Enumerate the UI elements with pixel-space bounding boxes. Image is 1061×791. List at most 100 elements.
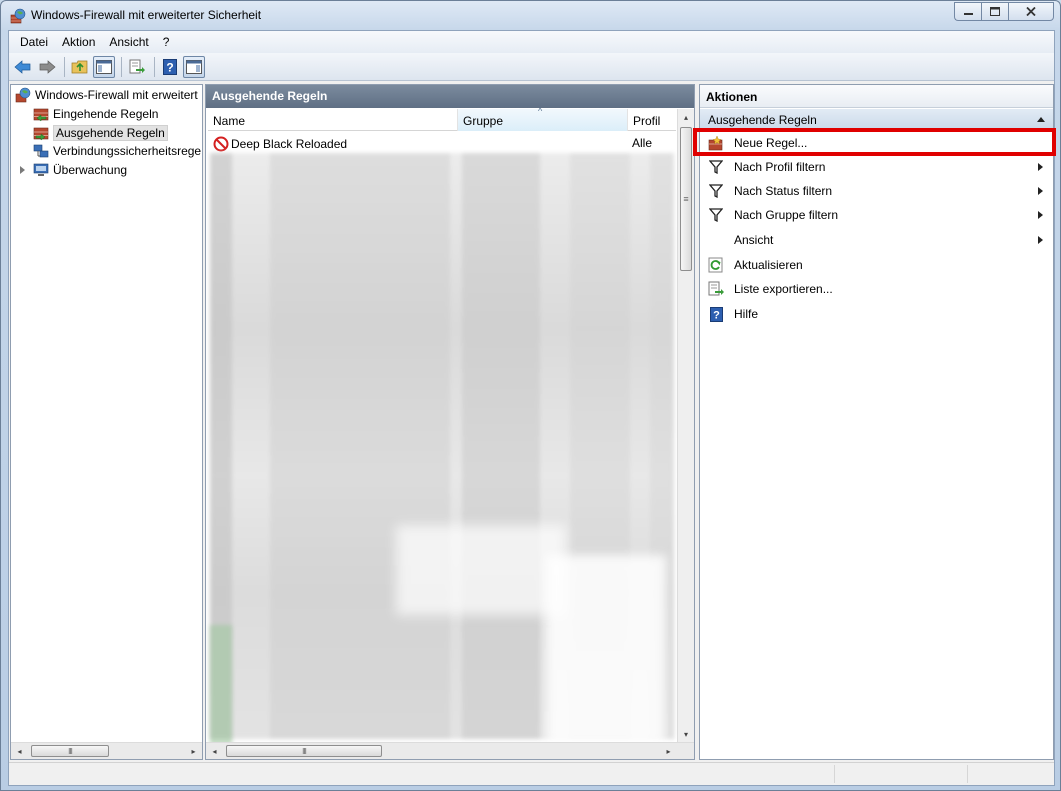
- tree-item-connection-security[interactable]: Verbindungssicherheitsrege: [33, 142, 201, 160]
- tree-list: Windows-Firewall mit erweitert Eingehend…: [11, 85, 202, 742]
- blocked-icon: [213, 136, 229, 152]
- filter-icon: [708, 159, 724, 175]
- toolbar-separator: [64, 56, 65, 77]
- inbound-rules-icon: [33, 108, 49, 122]
- menu-help[interactable]: ?: [156, 33, 177, 51]
- scrollbar-thumb[interactable]: III: [226, 745, 382, 757]
- results-vertical-scrollbar[interactable]: ▴ ≡ ▾: [677, 109, 694, 742]
- firewall-app-icon: [10, 8, 26, 24]
- status-bar-cell: [967, 765, 1053, 783]
- title-bar: Windows-Firewall mit erweiterter Sicherh…: [1, 1, 1060, 30]
- scroll-down-icon[interactable]: ▾: [678, 726, 694, 742]
- column-header-row: Name ^ Gruppe Profil: [208, 106, 678, 131]
- minimize-button[interactable]: [954, 2, 981, 21]
- table-row[interactable]: Deep Black Reloaded Alle: [208, 133, 676, 153]
- results-pane: Ausgehende Regeln Name ^ Gruppe Profil D…: [205, 84, 695, 760]
- action-filter-status[interactable]: Nach Status filtern: [704, 180, 1049, 202]
- tree-item-label: Eingehende Regeln: [53, 107, 159, 121]
- column-header-group[interactable]: ^ Gruppe: [458, 106, 628, 131]
- show-hide-tree-button[interactable]: [93, 55, 115, 78]
- action-view[interactable]: Ansicht: [704, 229, 1049, 251]
- scrollbar-thumb[interactable]: ≡: [680, 127, 692, 271]
- scroll-left-icon[interactable]: ◂: [11, 743, 28, 759]
- minimize-icon: [963, 13, 973, 15]
- tree-item-firewall-root[interactable]: Windows-Firewall mit erweitert: [15, 86, 198, 104]
- tree-expander-monitoring[interactable]: [20, 166, 25, 174]
- tree-item-inbound-rules[interactable]: Eingehende Regeln: [33, 105, 158, 123]
- tree-item-label: Überwachung: [53, 163, 128, 177]
- tree-item-label: Windows-Firewall mit erweitert: [35, 88, 198, 102]
- refresh-icon: [708, 257, 724, 273]
- scroll-grip-icon: III: [302, 746, 307, 756]
- toolbar-separator: [154, 56, 155, 77]
- action-help[interactable]: ? Hilfe: [704, 303, 1049, 325]
- actions-pane: Aktionen Ausgehende Regeln Neue Regel...…: [699, 84, 1054, 760]
- window-controls: [954, 2, 1054, 21]
- column-header-name[interactable]: Name: [208, 109, 458, 131]
- submenu-arrow-icon: [1038, 163, 1043, 171]
- tree-horizontal-scrollbar[interactable]: ◂ III ▸: [11, 742, 202, 759]
- collapse-arrow-icon[interactable]: [1037, 117, 1045, 122]
- tree-item-label: Ausgehende Regeln: [53, 125, 168, 141]
- forward-button[interactable]: [36, 56, 58, 78]
- help-button[interactable]: ?: [159, 56, 181, 78]
- action-refresh[interactable]: Aktualisieren: [704, 254, 1049, 276]
- action-pane-icon: [186, 59, 202, 74]
- console-tree: Windows-Firewall mit erweitert Eingehend…: [10, 84, 203, 760]
- svg-text:?: ?: [713, 309, 720, 321]
- filter-icon: [708, 183, 724, 199]
- column-header-profile[interactable]: Profil: [628, 109, 678, 131]
- menu-datei[interactable]: Datei: [13, 33, 55, 51]
- scroll-right-icon[interactable]: ▸: [185, 743, 202, 759]
- scrollbar-thumb[interactable]: III: [31, 745, 109, 757]
- menu-ansicht[interactable]: Ansicht: [102, 33, 155, 51]
- back-arrow-icon: [14, 59, 31, 74]
- action-label: Ansicht: [734, 233, 774, 247]
- scroll-left-icon[interactable]: ◂: [206, 743, 223, 759]
- up-level-button[interactable]: [69, 56, 91, 78]
- action-label: Nach Profil filtern: [734, 160, 826, 174]
- window-title: Windows-Firewall mit erweiterter Sicherh…: [31, 8, 262, 22]
- export-list-button[interactable]: [126, 56, 148, 78]
- action-export-list[interactable]: Liste exportieren...: [704, 278, 1049, 300]
- toolbar: ?: [9, 53, 1054, 81]
- submenu-arrow-icon: [1038, 236, 1043, 244]
- connection-security-icon: [33, 144, 49, 158]
- results-horizontal-scrollbar[interactable]: ◂ III ▸: [206, 742, 694, 759]
- console-tree-icon: [96, 59, 112, 74]
- column-header-label: Name: [213, 114, 246, 128]
- results-pane-title: Ausgehende Regeln: [206, 85, 694, 108]
- action-label: Nach Status filtern: [734, 184, 833, 198]
- firewall-icon: [15, 87, 31, 103]
- close-button[interactable]: [1008, 2, 1054, 21]
- column-header-label: Profil: [633, 114, 661, 128]
- show-hide-actions-button[interactable]: [183, 55, 205, 78]
- actions-section-label: Ausgehende Regeln: [708, 113, 817, 127]
- action-label: Hilfe: [734, 307, 759, 321]
- back-button[interactable]: [12, 56, 34, 78]
- menu-aktion[interactable]: Aktion: [55, 33, 102, 51]
- scroll-up-icon[interactable]: ▴: [678, 109, 694, 125]
- sort-ascending-icon: ^: [538, 106, 543, 116]
- forward-arrow-icon: [39, 59, 56, 74]
- status-bar: [9, 762, 1054, 785]
- action-label: Liste exportieren...: [734, 282, 833, 296]
- highlight-annotation: [693, 128, 1056, 156]
- tree-item-label: Verbindungssicherheitsrege: [53, 144, 202, 158]
- svg-text:?: ?: [166, 60, 173, 74]
- action-filter-group[interactable]: Nach Gruppe filtern: [704, 204, 1049, 226]
- scroll-grip-icon: ≡: [683, 194, 689, 204]
- scroll-right-icon[interactable]: ▸: [660, 743, 677, 759]
- actions-pane-title: Aktionen: [700, 85, 1053, 108]
- tree-item-outbound-rules[interactable]: Ausgehende Regeln: [33, 124, 168, 142]
- submenu-arrow-icon: [1038, 211, 1043, 219]
- rule-name: Deep Black Reloaded: [231, 137, 348, 151]
- menu-bar: Datei Aktion Ansicht ?: [9, 31, 1054, 53]
- action-filter-profile[interactable]: Nach Profil filtern: [704, 156, 1049, 178]
- status-bar-cell: [834, 765, 967, 783]
- tree-item-monitoring[interactable]: Überwachung: [33, 161, 127, 179]
- maximize-button[interactable]: [981, 2, 1008, 21]
- help-icon: ?: [163, 58, 177, 75]
- rule-profile: Alle: [632, 136, 653, 150]
- export-icon: [129, 59, 145, 73]
